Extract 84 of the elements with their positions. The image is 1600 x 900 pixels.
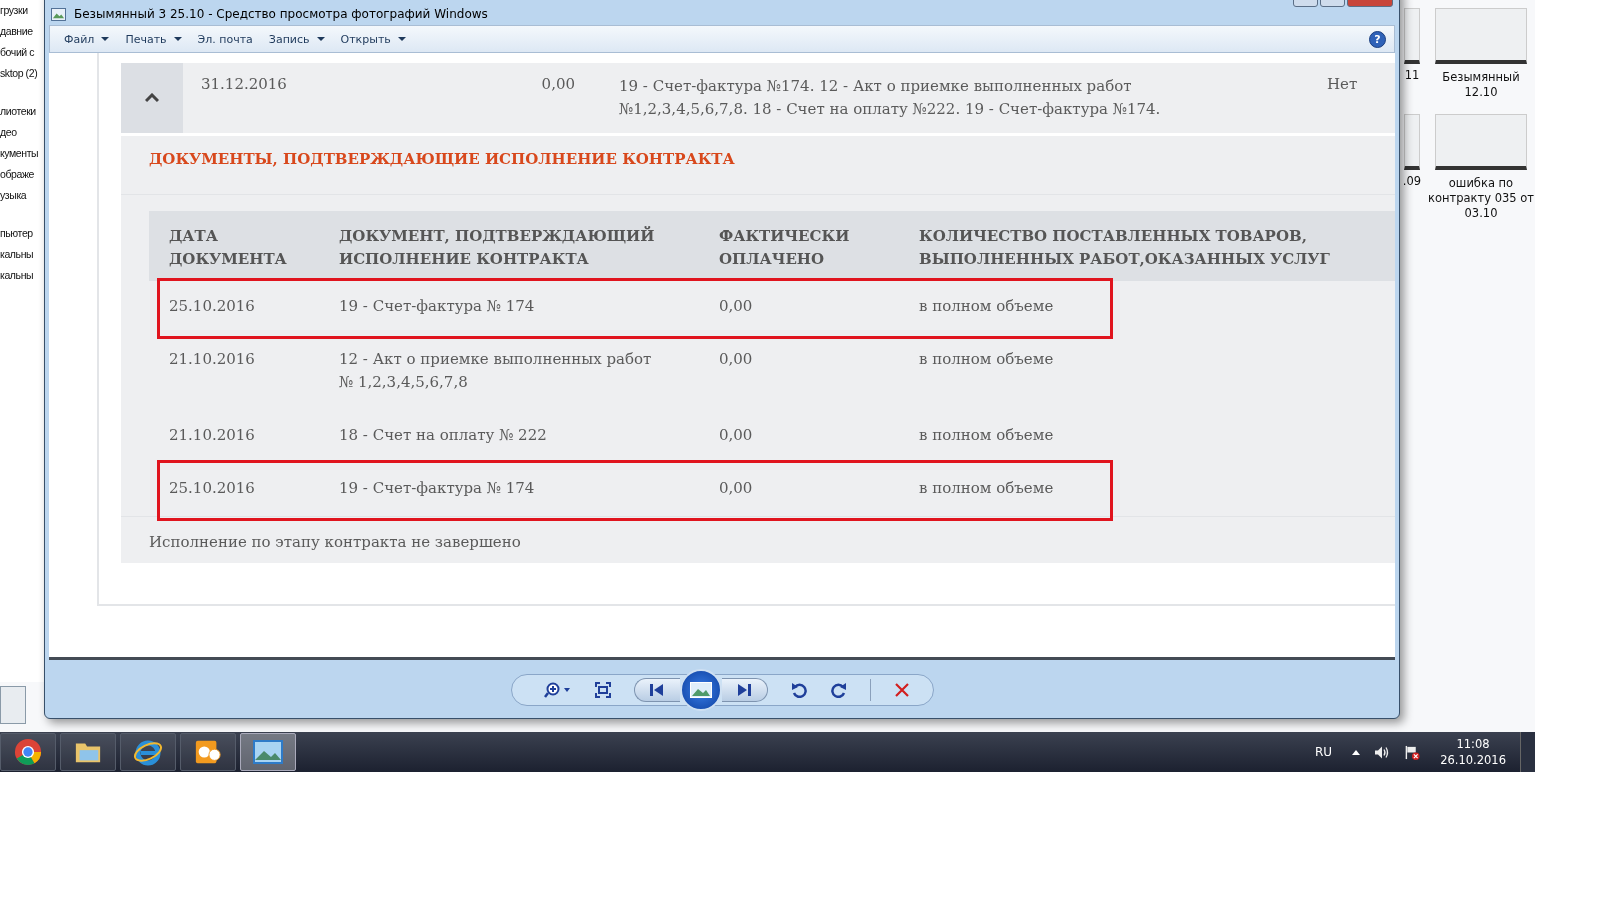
column-header: ДАТА ДОКУМЕНТА <box>169 226 288 270</box>
file-name[interactable]: ошибка по контракту 035 от 03.10 <box>1428 176 1534 221</box>
table-cell-text: 21.10.2016 <box>169 425 256 446</box>
menu-button[interactable]: Файл <box>58 30 116 48</box>
taskbar-app[interactable] <box>120 733 176 771</box>
menu-button[interactable]: Эл. почта <box>191 30 259 48</box>
stage-documents: 19 - Счет-фактура №174. 12 - Акт о приемке выполненных работ №1,2,3,4,5,6,7,8. 18 - Счет на оплату №222. 19 - Счет-фактура №174. <box>619 76 1162 120</box>
table-cell-text: 25.10.2016 <box>169 296 256 317</box>
file-thumbnail[interactable] <box>1435 114 1527 170</box>
table-cell-text: 25.10.2016 <box>169 478 256 499</box>
menu-button[interactable]: Запись <box>262 30 331 48</box>
taskbar-app[interactable] <box>180 733 236 771</box>
clock-date[interactable]: 26.10.2016 <box>1440 752 1506 768</box>
zoom-icon[interactable] <box>543 682 572 698</box>
file-name[interactable]: .09 <box>1402 174 1422 189</box>
window-title: Безымянный 3 25.10 - Средство просмотра фотографий Windows <box>74 7 488 21</box>
file-thumbnail[interactable] <box>1404 8 1420 64</box>
clock-time[interactable]: 11:08 <box>1456 736 1490 752</box>
table-cell-text: 18 - Счет на оплату № 222 <box>339 425 548 446</box>
caret-icon <box>316 37 325 41</box>
table-cell-text: 0,00 <box>719 296 754 317</box>
table-cell-text: в полном объеме <box>919 296 1055 317</box>
table-cell-text: 0,00 <box>719 478 754 499</box>
taskbar-app[interactable] <box>60 733 116 771</box>
fit-window-icon[interactable] <box>593 682 612 698</box>
table-cell-text: 0,00 <box>719 425 754 446</box>
slideshow-button[interactable] <box>679 669 722 711</box>
file-name[interactable]: Безымянный 12.10 <box>1428 70 1534 100</box>
file-thumbnail[interactable] <box>1404 114 1420 170</box>
sidebar-item[interactable]: давние <box>0 24 33 38</box>
next-button[interactable] <box>721 678 768 702</box>
taskbar-app[interactable] <box>0 733 56 771</box>
picture-icon <box>689 682 712 698</box>
table-cell-text: в полном объеме <box>919 425 1055 446</box>
sidebar-item[interactable]: грузки <box>0 3 28 17</box>
help-button[interactable]: ? <box>1369 30 1386 48</box>
thumbnail-picture <box>0 686 26 724</box>
rotate-left-icon[interactable] <box>789 682 808 698</box>
menu-button[interactable]: Печать <box>119 30 188 48</box>
language-indicator[interactable]: RU <box>1315 745 1333 759</box>
column-header: ДОКУМЕНТ, ПОДТВЕРЖДАЮЩИЙ ИСПОЛНЕНИЕ КОНТРАКТА <box>339 225 656 270</box>
delete-icon[interactable] <box>892 682 911 698</box>
section-title: ДОКУМЕНТЫ, ПОДТВЕРЖДАЮЩИЕ ИСПОЛНЕНИЕ КОНТРАКТА <box>121 150 1395 195</box>
sidebar-item[interactable]: sktop (2) <box>0 66 38 80</box>
menu-button[interactable]: Открыть <box>334 30 412 48</box>
sidebar-item[interactable]: узыка <box>0 188 27 202</box>
sidebar-item[interactable]: бочий с <box>0 45 35 59</box>
table-cell-text: 12 - Акт о приемке выполненных работ № 1,2,3,4,5,6,7,8 <box>339 349 653 393</box>
mail-clock-icon <box>194 738 222 766</box>
chevron-icon <box>145 93 159 103</box>
sidebar-item[interactable]: кальны <box>0 268 34 282</box>
sidebar-item[interactable]: кальны <box>0 247 34 261</box>
column-header: ФАКТИЧЕСКИ ОПЛАЧЕНО <box>719 226 851 270</box>
caret-icon <box>101 37 110 41</box>
table-cell-text: 0,00 <box>719 349 754 370</box>
circle-logo-icon <box>14 738 42 766</box>
caret-icon <box>397 37 406 41</box>
sidebar-item[interactable]: лиотеки <box>0 104 36 118</box>
show-hidden-icons-icon[interactable] <box>1352 749 1361 755</box>
column-header: КОЛИЧЕСТВО ПОСТАВЛЕННЫХ ТОВАРОВ, ВЫПОЛНЕННЫХ РАБОТ,ОКАЗАННЫХ УСЛУГ <box>919 226 1331 270</box>
sidebar-item[interactable]: пьютер <box>0 226 33 240</box>
sidebar-item[interactable]: кументы <box>0 146 39 160</box>
sidebar-item[interactable]: део <box>0 125 17 139</box>
caret-icon <box>173 37 182 41</box>
skip-forward-icon <box>737 683 751 697</box>
stage-amount: 0,00 <box>540 74 575 95</box>
status-note: Исполнение по этапу контракта не завершено <box>121 516 1395 551</box>
table-cell-text: 19 - Счет-фактура № 174 <box>339 296 536 317</box>
sidebar-item[interactable]: ображе <box>0 167 34 181</box>
stage-date: 31.12.2016 <box>200 74 288 95</box>
table-cell-text: в полном объеме <box>919 349 1055 370</box>
flag-error-icon[interactable] <box>1404 744 1421 760</box>
skip-back-icon <box>650 683 664 697</box>
picture-icon <box>51 8 66 21</box>
file-name[interactable]: 11 <box>1404 68 1420 83</box>
table-cell-text: в полном объеме <box>919 478 1055 499</box>
rotate-right-icon[interactable] <box>829 682 848 698</box>
table-cell-text: 19 - Счет-фактура № 174 <box>339 478 536 499</box>
stage-status: Нет <box>1326 74 1358 95</box>
table-cell-text: 21.10.2016 <box>169 349 256 370</box>
picture-icon <box>253 740 283 764</box>
file-thumbnail[interactable] <box>1435 8 1527 64</box>
speaker-icon[interactable] <box>1374 744 1391 760</box>
previous-button[interactable] <box>633 678 680 702</box>
